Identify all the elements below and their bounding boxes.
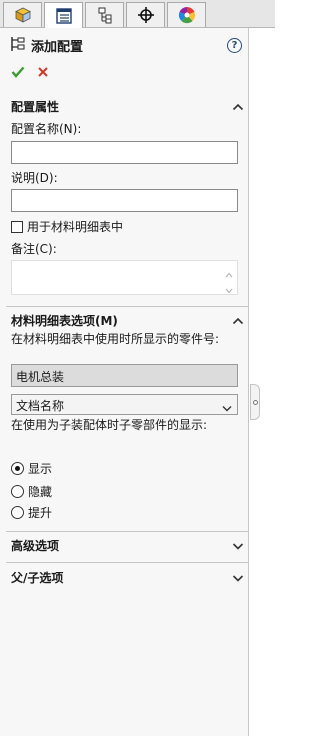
section-config-properties[interactable]: 配置属性 bbox=[0, 95, 249, 117]
add-configuration-icon bbox=[10, 36, 26, 55]
chevron-down-icon bbox=[222, 401, 232, 412]
help-icon[interactable]: ? bbox=[227, 38, 242, 53]
configuration-tree-icon bbox=[96, 6, 114, 24]
chevron-down-icon[interactable] bbox=[232, 540, 244, 550]
panel-header: 添加配置 bbox=[10, 36, 84, 55]
tab-feature-manager[interactable] bbox=[3, 2, 42, 27]
scroll-down-icon[interactable] bbox=[225, 283, 233, 294]
tab-display-manager[interactable] bbox=[167, 2, 206, 27]
radio-promote[interactable]: 提升 bbox=[11, 504, 52, 520]
radio-button[interactable] bbox=[11, 461, 24, 475]
select-value: 文档名称 bbox=[16, 399, 65, 413]
page-title: 添加配置 bbox=[31, 39, 84, 55]
part-number-source-select[interactable]: 文档名称 bbox=[11, 394, 238, 415]
chevron-down-icon[interactable] bbox=[232, 572, 244, 582]
radio-show[interactable]: 显示 bbox=[11, 460, 52, 476]
chevron-up-icon[interactable] bbox=[232, 101, 244, 111]
panel-collapse-handle[interactable] bbox=[250, 384, 260, 420]
comment-label: 备注(C): bbox=[11, 242, 57, 256]
chevron-up-icon[interactable] bbox=[232, 315, 244, 325]
radio-label: 隐藏 bbox=[28, 484, 53, 499]
config-name-input[interactable] bbox=[11, 141, 238, 164]
config-name-label: 配置名称(N): bbox=[11, 122, 82, 136]
radio-button[interactable] bbox=[11, 505, 24, 519]
bom-part-number-label: 在材料明细表中使用时所显示的零件号: bbox=[11, 332, 220, 346]
grip-dot-icon bbox=[252, 399, 258, 405]
scroll-up-icon[interactable] bbox=[225, 267, 233, 278]
section-divider bbox=[6, 531, 248, 532]
tab-dimxpert-manager[interactable] bbox=[126, 2, 165, 27]
crosshair-target-icon bbox=[137, 6, 155, 24]
section-title: 配置属性 bbox=[11, 99, 60, 114]
radio-label: 提升 bbox=[28, 505, 53, 520]
use-in-bom-checkbox[interactable] bbox=[11, 220, 23, 233]
section-title: 材料明细表选项(M) bbox=[11, 313, 118, 328]
section-title: 父/子选项 bbox=[11, 570, 64, 585]
section-advanced-options[interactable]: 高级选项 bbox=[0, 534, 249, 556]
radio-label: 显示 bbox=[28, 461, 53, 476]
description-input[interactable] bbox=[11, 189, 238, 212]
property-list-icon bbox=[55, 7, 73, 25]
ok-check-icon[interactable] bbox=[11, 65, 25, 79]
radio-button[interactable] bbox=[11, 484, 24, 498]
cancel-x-icon[interactable] bbox=[37, 66, 49, 78]
child-display-label: 在使用为子装配体时子零部件的显示: bbox=[11, 418, 208, 432]
section-divider bbox=[6, 562, 248, 563]
color-wheel-icon bbox=[178, 6, 196, 24]
tab-property-manager[interactable] bbox=[44, 2, 83, 28]
description-label: 说明(D): bbox=[11, 171, 58, 185]
radio-hide[interactable]: 隐藏 bbox=[11, 483, 52, 499]
bom-part-number-field[interactable]: 电机总装 bbox=[11, 364, 238, 387]
tab-configuration-manager[interactable] bbox=[85, 2, 124, 27]
part-cube-icon bbox=[14, 6, 32, 24]
section-parent-child-options[interactable]: 父/子选项 bbox=[0, 566, 249, 588]
comment-textarea[interactable] bbox=[11, 260, 238, 295]
section-bom-options[interactable]: 材料明细表选项(M) bbox=[0, 309, 249, 331]
use-in-bom-label: 用于材料明细表中 bbox=[27, 220, 124, 234]
section-divider bbox=[6, 306, 248, 307]
section-title: 高级选项 bbox=[11, 538, 60, 553]
use-in-bom-checkbox-row[interactable]: 用于材料明细表中 bbox=[11, 219, 123, 234]
manager-tab-strip bbox=[0, 0, 275, 28]
